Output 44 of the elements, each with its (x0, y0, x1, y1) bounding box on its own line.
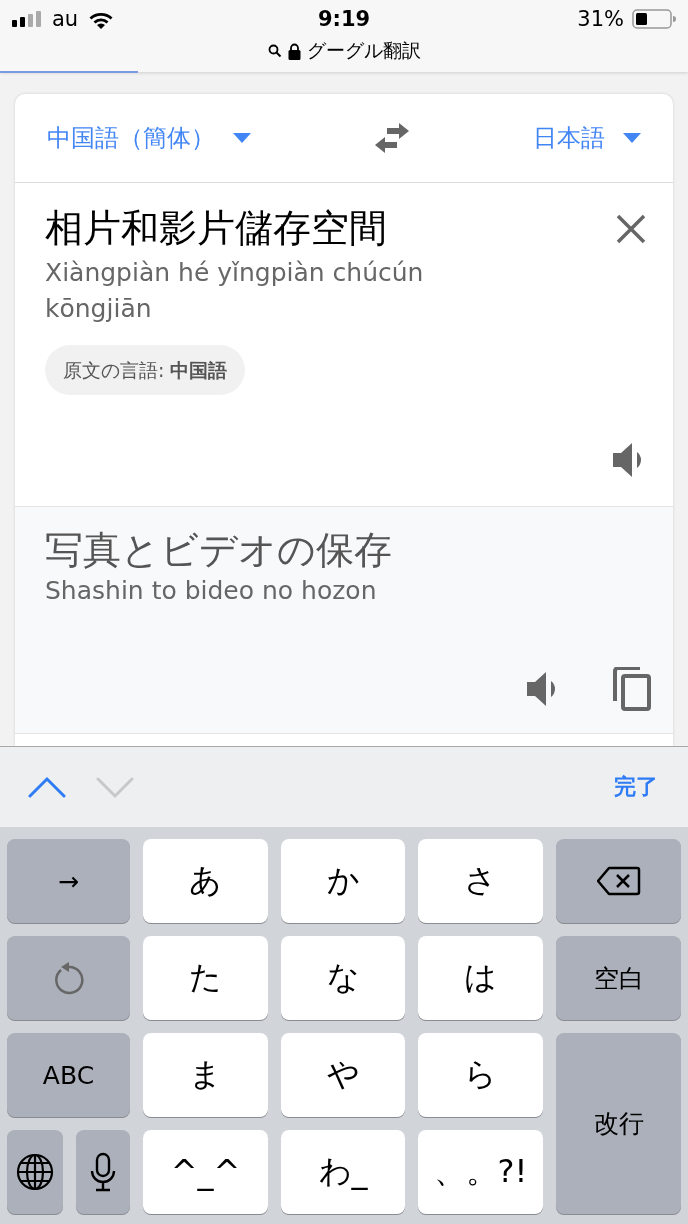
delete-key[interactable] (556, 839, 681, 923)
undo-icon (52, 961, 85, 995)
source-text[interactable]: 相片和影片儲存空間 (45, 205, 585, 251)
battery-icon (632, 9, 676, 29)
caret-icon (623, 133, 641, 143)
microphone-icon (90, 1152, 116, 1192)
kana-key[interactable]: や (281, 1033, 405, 1117)
page-title[interactable]: グーグル翻訳 (306, 38, 421, 64)
target-language-selector[interactable]: 日本語 (533, 122, 641, 154)
lock-icon (287, 42, 301, 60)
battery-percentage: 31% (577, 7, 624, 31)
clock-time: 9:19 (317, 7, 371, 31)
previous-field-button[interactable] (28, 775, 66, 799)
copy-icon[interactable] (611, 667, 651, 711)
search-icon (267, 44, 282, 58)
function-key[interactable]: → (7, 839, 130, 923)
backspace-icon (596, 866, 641, 896)
function-key[interactable]: 空白 (556, 936, 681, 1020)
kana-key[interactable]: か (281, 839, 405, 923)
microphone-key[interactable] (76, 1130, 130, 1214)
kana-key[interactable]: あ (143, 839, 268, 923)
translation-text: 写真とビデオの保存 (45, 527, 393, 573)
carrier-name: au (52, 7, 79, 31)
kana-key[interactable]: ま (143, 1033, 268, 1117)
kana-key[interactable]: は (418, 936, 543, 1020)
kana-key[interactable]: ^_^ (143, 1130, 268, 1214)
kana-key[interactable]: 、。?! (418, 1130, 543, 1214)
kana-key[interactable]: た (143, 936, 268, 1020)
source-romanization: Xiàngpiàn hé yǐngpiàn chúcún kōngjiān (45, 257, 425, 325)
caret-icon (233, 133, 251, 143)
kana-key[interactable]: ら (418, 1033, 543, 1117)
kana-key[interactable]: な (281, 936, 405, 1020)
kana-key[interactable]: さ (418, 839, 543, 923)
signal-icon (12, 11, 42, 27)
translation-romanization: Shashin to bideo no hozon (45, 575, 378, 607)
detected-language-chip[interactable]: 原文の言語: 中国語 (45, 345, 246, 395)
kana-key[interactable]: わ_ (281, 1130, 405, 1214)
close-icon[interactable] (615, 213, 647, 245)
globe-icon (16, 1153, 54, 1191)
function-key[interactable]: ABC (7, 1033, 130, 1117)
swap-languages-icon[interactable] (373, 123, 411, 153)
source-language-selector[interactable]: 中国語（簡体） (47, 122, 251, 154)
return-key[interactable]: 改行 (556, 1033, 681, 1214)
globe-key[interactable] (7, 1130, 63, 1214)
